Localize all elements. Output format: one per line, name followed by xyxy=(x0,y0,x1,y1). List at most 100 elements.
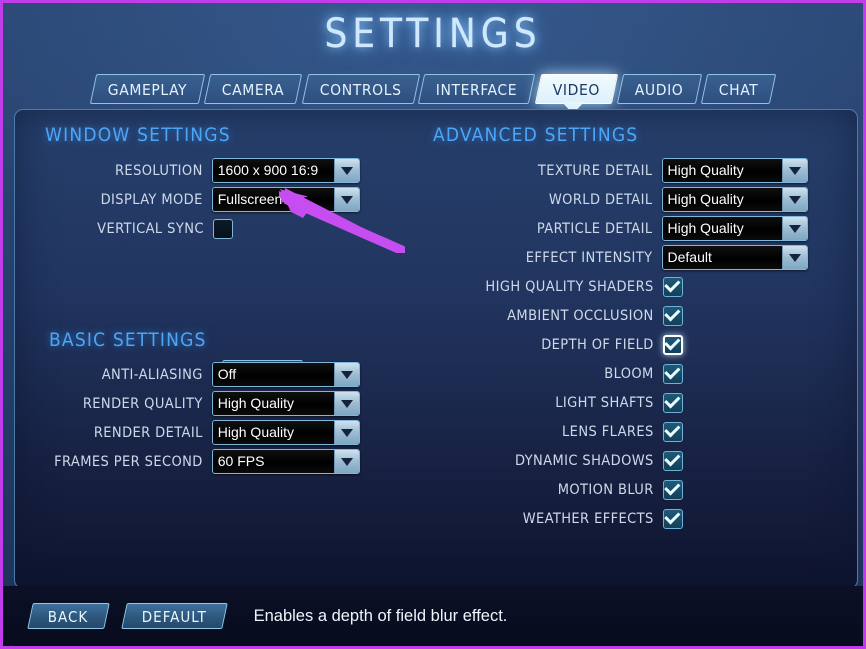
chevron-down-icon[interactable] xyxy=(334,188,359,211)
setting-label: RENDER QUALITY xyxy=(82,395,203,412)
basic-settings-heading: BASIC SETTINGS xyxy=(49,329,207,351)
tab-label: CAMERA xyxy=(222,81,285,99)
chevron-down-icon[interactable] xyxy=(334,363,359,386)
setting-label: AMBIENT OCCLUSION xyxy=(507,307,654,324)
chevron-down-icon[interactable] xyxy=(782,217,807,240)
chevron-down-icon[interactable] xyxy=(782,188,807,211)
dropdown-value: Default xyxy=(662,246,782,269)
tab-label: VIDEO xyxy=(552,81,600,99)
dropdown-value: High Quality xyxy=(212,421,334,444)
setting-label: TEXTURE DETAIL xyxy=(537,162,653,179)
dropdown-value: High Quality xyxy=(212,392,334,415)
setting-label: MOTION BLUR xyxy=(557,481,654,498)
checkbox-motion-blur[interactable] xyxy=(662,479,683,500)
checkbox-high-quality-shaders[interactable] xyxy=(662,276,683,297)
tab-label: INTERFACE xyxy=(436,81,518,99)
setting-row-lens-flares: LENS FLARES xyxy=(425,417,808,446)
setting-label: PARTICLE DETAIL xyxy=(536,220,653,237)
left-column: WINDOW SETTINGS RESOLUTION 1600 x 900 16:… xyxy=(15,110,425,588)
setting-row-effect-intensity: EFFECT INTENSITY Default xyxy=(425,243,808,272)
setting-row-high-quality-shaders: HIGH QUALITY SHADERS xyxy=(425,272,808,301)
setting-label: BLOOM xyxy=(604,365,654,382)
tab-interface[interactable]: INTERFACE xyxy=(418,74,536,104)
settings-panel: WINDOW SETTINGS RESOLUTION 1600 x 900 16:… xyxy=(14,109,858,589)
setting-row-display-mode: DISPLAY MODE Fullscreen xyxy=(15,185,360,214)
caret-glyph xyxy=(789,166,801,175)
dropdown-value: Off xyxy=(212,363,334,386)
chevron-down-icon[interactable] xyxy=(334,392,359,415)
tab-label: AUDIO xyxy=(634,81,684,99)
tab-label: CHAT xyxy=(718,81,758,99)
checkbox-dynamic-shadows[interactable] xyxy=(662,450,683,471)
tab-video[interactable]: VIDEO xyxy=(534,74,619,104)
dropdown-display-mode[interactable]: Fullscreen xyxy=(211,187,360,212)
basic-settings-rows: ANTI-ALIASING Off RENDER QUALITY High Quali… xyxy=(15,360,360,476)
page-title: SETTINGS xyxy=(324,11,542,57)
setting-row-texture-detail: TEXTURE DETAIL High Quality xyxy=(425,156,808,185)
setting-label: LENS FLARES xyxy=(562,423,654,440)
checkbox-holder xyxy=(662,450,808,471)
chevron-down-icon[interactable] xyxy=(782,159,807,182)
setting-row-frames-per-second: FRAMES PER SECOND 60 FPS xyxy=(15,447,360,476)
caret-glyph xyxy=(341,428,353,437)
tab-camera[interactable]: CAMERA xyxy=(204,74,303,104)
setting-label: FRAMES PER SECOND xyxy=(54,453,203,470)
checkbox-bloom[interactable] xyxy=(662,363,683,384)
setting-label: HIGH QUALITY SHADERS xyxy=(485,278,654,295)
setting-label: ANTI-ALIASING xyxy=(101,366,203,383)
tab-audio[interactable]: AUDIO xyxy=(616,74,702,104)
checkbox-holder xyxy=(662,508,808,529)
checkbox-lens-flares[interactable] xyxy=(662,421,683,442)
advanced-settings-rows: TEXTURE DETAIL High Quality WORLD DETAIL Hi… xyxy=(425,156,808,533)
tab-label: CONTROLS xyxy=(319,81,402,99)
chevron-down-icon[interactable] xyxy=(334,450,359,473)
dropdown-render-quality[interactable]: High Quality xyxy=(211,391,360,416)
dropdown-particle-detail[interactable]: High Quality xyxy=(661,216,808,241)
caret-glyph xyxy=(341,166,353,175)
tab-gameplay[interactable]: GAMEPLAY xyxy=(89,74,206,104)
setting-row-anti-aliasing: ANTI-ALIASING Off xyxy=(15,360,360,389)
back-button[interactable]: BACK xyxy=(27,603,110,629)
checkbox-holder xyxy=(662,421,808,442)
caret-glyph xyxy=(789,195,801,204)
caret-glyph xyxy=(789,253,801,262)
checkbox-light-shafts[interactable] xyxy=(662,392,683,413)
settings-screen: SETTINGS GAMEPLAY CAMERA CONTROLS INTERFACE… xyxy=(0,0,866,649)
caret-glyph xyxy=(341,370,353,379)
default-button-label: DEFAULT xyxy=(141,608,207,626)
dropdown-value: High Quality xyxy=(662,188,782,211)
status-description: Enables a depth of field blur effect. xyxy=(253,606,508,625)
setting-row-depth-of-field: DEPTH OF FIELD xyxy=(425,330,808,359)
tab-controls[interactable]: CONTROLS xyxy=(301,74,420,104)
checkbox-holder xyxy=(662,305,808,326)
footer-bar: BACK DEFAULT Enables a depth of field bl… xyxy=(3,586,863,646)
dropdown-texture-detail[interactable]: High Quality xyxy=(661,158,808,183)
checkbox-vertical-sync[interactable] xyxy=(212,218,233,239)
setting-row-world-detail: WORLD DETAIL High Quality xyxy=(425,185,808,214)
setting-row-render-quality: RENDER QUALITY High Quality xyxy=(15,389,360,418)
chevron-down-icon[interactable] xyxy=(782,246,807,269)
dropdown-render-detail[interactable]: High Quality xyxy=(211,420,360,445)
checkbox-holder xyxy=(212,218,360,239)
dropdown-effect-intensity[interactable]: Default xyxy=(661,245,808,270)
setting-label: DISPLAY MODE xyxy=(100,191,203,208)
setting-label: RESOLUTION xyxy=(114,162,203,179)
default-button[interactable]: DEFAULT xyxy=(120,603,228,629)
setting-row-resolution: RESOLUTION 1600 x 900 16:9 xyxy=(15,156,360,185)
tab-bar: GAMEPLAY CAMERA CONTROLS INTERFACE VIDEO AUDI… xyxy=(3,72,863,104)
dropdown-resolution[interactable]: 1600 x 900 16:9 xyxy=(211,158,360,183)
dropdown-anti-aliasing[interactable]: Off xyxy=(211,362,360,387)
checkbox-holder xyxy=(662,363,808,384)
setting-row-bloom: BLOOM xyxy=(425,359,808,388)
checkbox-weather-effects[interactable] xyxy=(662,508,683,529)
chevron-down-icon[interactable] xyxy=(334,421,359,444)
tab-chat[interactable]: CHAT xyxy=(700,74,777,104)
checkbox-depth-of-field[interactable] xyxy=(662,334,683,355)
dropdown-frames-per-second[interactable]: 60 FPS xyxy=(211,449,360,474)
setting-row-render-detail: RENDER DETAIL High Quality xyxy=(15,418,360,447)
dropdown-world-detail[interactable]: High Quality xyxy=(661,187,808,212)
checkbox-ambient-occlusion[interactable] xyxy=(662,305,683,326)
chevron-down-icon[interactable] xyxy=(334,159,359,182)
checkbox-holder xyxy=(662,392,808,413)
checkbox-holder xyxy=(662,276,808,297)
